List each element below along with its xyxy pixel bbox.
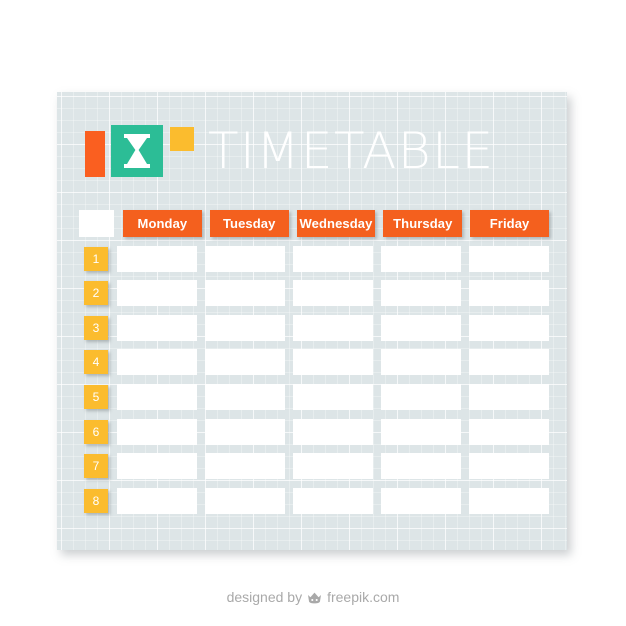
day-header-row: Monday Tuesday Wednesday Thursday Friday xyxy=(79,210,549,237)
logo-teal-square xyxy=(111,125,163,177)
cell-5-thursday[interactable] xyxy=(381,383,461,410)
day-header-friday[interactable]: Friday xyxy=(470,210,549,237)
cell-6-tuesday[interactable] xyxy=(205,418,285,445)
cell-6-wednesday[interactable] xyxy=(293,418,373,445)
timetable-header: TIMETABLE xyxy=(85,125,495,185)
cell-1-tuesday[interactable] xyxy=(205,245,285,272)
logo-orange-bar xyxy=(85,131,105,177)
cell-4-thursday[interactable] xyxy=(381,349,461,376)
table-row: 5 xyxy=(79,383,549,410)
cell-2-friday[interactable] xyxy=(469,280,549,307)
period-badge-4[interactable]: 4 xyxy=(84,350,108,375)
cell-5-wednesday[interactable] xyxy=(293,383,373,410)
cell-5-monday[interactable] xyxy=(117,383,197,410)
day-header-wednesday[interactable]: Wednesday xyxy=(296,210,376,237)
page-title: TIMETABLE xyxy=(208,122,495,180)
cell-1-thursday[interactable] xyxy=(381,245,461,272)
cell-7-friday[interactable] xyxy=(469,453,549,480)
cell-7-monday[interactable] xyxy=(117,453,197,480)
period-badge-3[interactable]: 3 xyxy=(84,315,108,340)
cell-7-tuesday[interactable] xyxy=(205,453,285,480)
cell-1-monday[interactable] xyxy=(117,245,197,272)
cell-5-friday[interactable] xyxy=(469,383,549,410)
cell-8-tuesday[interactable] xyxy=(205,487,285,514)
logo xyxy=(85,125,194,177)
cell-8-friday[interactable] xyxy=(469,487,549,514)
timetable-grid: Monday Tuesday Wednesday Thursday Friday… xyxy=(79,210,549,522)
day-header-monday[interactable]: Monday xyxy=(123,210,202,237)
timetable-card: TIMETABLE Monday Tuesday Wednesday Thurs… xyxy=(57,92,567,550)
period-badge-1[interactable]: 1 xyxy=(84,246,108,271)
cell-3-thursday[interactable] xyxy=(381,314,461,341)
hourglass-icon xyxy=(124,134,150,168)
logo-yellow-square xyxy=(170,127,194,151)
cell-3-wednesday[interactable] xyxy=(293,314,373,341)
period-badge-6[interactable]: 6 xyxy=(84,419,108,444)
day-header-thursday[interactable]: Thursday xyxy=(383,210,463,237)
period-badge-2[interactable]: 2 xyxy=(84,281,108,306)
table-row: 7 xyxy=(79,453,549,480)
cell-2-wednesday[interactable] xyxy=(293,280,373,307)
freepik-crown-icon xyxy=(308,592,322,603)
cell-7-wednesday[interactable] xyxy=(293,453,373,480)
cell-4-tuesday[interactable] xyxy=(205,349,285,376)
attribution-brand: freepik.com xyxy=(327,589,400,605)
cell-1-wednesday[interactable] xyxy=(293,245,373,272)
corner-cell xyxy=(79,210,114,237)
cell-7-thursday[interactable] xyxy=(381,453,461,480)
attribution-footer: designed by freepik.com xyxy=(0,589,626,605)
cell-4-friday[interactable] xyxy=(469,349,549,376)
table-row: 1 xyxy=(79,245,549,272)
cell-8-thursday[interactable] xyxy=(381,487,461,514)
table-row: 4 xyxy=(79,349,549,376)
table-row: 3 xyxy=(79,314,549,341)
cell-6-friday[interactable] xyxy=(469,418,549,445)
cell-6-monday[interactable] xyxy=(117,418,197,445)
cell-4-wednesday[interactable] xyxy=(293,349,373,376)
cell-3-tuesday[interactable] xyxy=(205,314,285,341)
cell-5-tuesday[interactable] xyxy=(205,383,285,410)
period-badge-7[interactable]: 7 xyxy=(84,454,108,479)
attribution-prefix: designed by xyxy=(226,589,303,605)
table-row: 8 xyxy=(79,487,549,514)
cell-8-monday[interactable] xyxy=(117,487,197,514)
day-header-tuesday[interactable]: Tuesday xyxy=(209,210,289,237)
cell-8-wednesday[interactable] xyxy=(293,487,373,514)
cell-1-friday[interactable] xyxy=(469,245,549,272)
cell-2-tuesday[interactable] xyxy=(205,280,285,307)
period-badge-5[interactable]: 5 xyxy=(84,384,108,409)
period-badge-8[interactable]: 8 xyxy=(84,488,108,513)
cell-6-thursday[interactable] xyxy=(381,418,461,445)
table-row: 2 xyxy=(79,280,549,307)
table-row: 6 xyxy=(79,418,549,445)
cell-4-monday[interactable] xyxy=(117,349,197,376)
cell-2-monday[interactable] xyxy=(117,280,197,307)
cell-3-monday[interactable] xyxy=(117,314,197,341)
cell-2-thursday[interactable] xyxy=(381,280,461,307)
cell-3-friday[interactable] xyxy=(469,314,549,341)
